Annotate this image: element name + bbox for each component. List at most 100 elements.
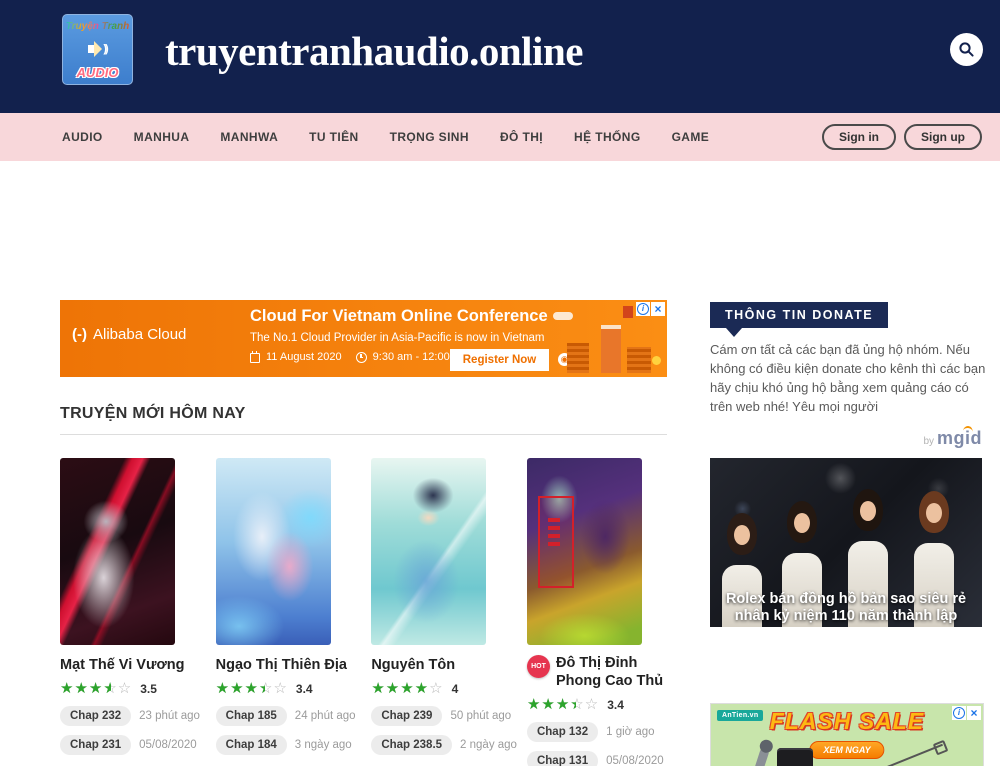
chapter-row: Chap 184 3 ngày ago: [216, 735, 361, 755]
mgid-attribution[interactable]: bymgid: [710, 428, 982, 449]
search-button[interactable]: [950, 33, 983, 66]
site-header: Truyện Tranh )) AUDIO truyentranhaudio.o…: [0, 0, 1000, 113]
nav-item-he-thong[interactable]: HỆ THỐNG: [574, 130, 641, 144]
main-nav: AUDIO MANHUA MANHWA TU TIÊN TRỌNG SINH Đ…: [0, 113, 1000, 161]
chapter-time: 50 phút ago: [450, 710, 511, 722]
star-icons: ☆☆☆☆☆★★★★★: [371, 681, 443, 697]
nav-item-trong-sinh[interactable]: TRỌNG SINH: [390, 130, 469, 144]
rating-value: 4: [452, 682, 459, 696]
native-ad-rolex[interactable]: Rolex bán đồng hồ bản sao siêu rẻ nhân k…: [710, 458, 982, 627]
nav-item-manhua[interactable]: MANHUA: [134, 130, 190, 144]
banner-ad-alibaba[interactable]: (-) Alibaba Cloud Cloud For Vietnam Onli…: [60, 300, 667, 377]
banner-ad-subtitle: The No.1 Cloud Provider in Asia-Pacific …: [250, 332, 544, 344]
native-ad-caption: Rolex bán đồng hồ bản sao siêu rẻ nhân k…: [710, 591, 982, 625]
rating: ☆☆☆☆☆★★★★★ 3.4: [216, 681, 361, 697]
microphone-product-image: [753, 747, 770, 766]
chapter-time: 05/08/2020: [139, 739, 197, 751]
nav-item-tu-tien[interactable]: TU TIÊN: [309, 130, 358, 144]
chapter-time: 2 ngày ago: [460, 739, 517, 751]
auth-buttons: Sign in Sign up: [822, 124, 982, 150]
sign-up-button[interactable]: Sign up: [904, 124, 982, 150]
mgid-by-label: by: [923, 436, 934, 447]
chapter-badge[interactable]: Chap 238.5: [371, 735, 452, 755]
site-title[interactable]: truyentranhaudio.online: [165, 27, 583, 75]
banner-ad-brand: (-) Alibaba Cloud: [72, 326, 186, 343]
banner-ad-title: Cloud For Vietnam Online Conference: [250, 307, 548, 326]
comic-card: Nguyên Tôn ☆☆☆☆☆★★★★★ 4 Chap 239 50 phút…: [371, 458, 516, 766]
cover-image[interactable]: [371, 458, 486, 645]
comic-card: HOT Đô Thị Đỉnh Phong Cao Thủ ☆☆☆☆☆★★★★★…: [527, 458, 672, 766]
ad-close-icon[interactable]: ×: [967, 706, 981, 720]
chapter-row: Chap 132 1 giờ ago: [527, 722, 672, 742]
clock-icon: [356, 352, 367, 363]
powerbank-product-image: [777, 748, 813, 766]
cover-image[interactable]: [527, 458, 642, 645]
flash-sale-ad[interactable]: AnTien.vn FLASH SALE XEM NGAY i ×: [710, 703, 984, 766]
logo-text-top: Truyện Tranh: [66, 21, 130, 32]
chapter-row: Chap 232 23 phút ago: [60, 706, 205, 726]
nav-item-do-thi[interactable]: ĐÔ THỊ: [500, 130, 543, 144]
star-icons: ☆☆☆☆☆★★★★★: [527, 697, 599, 713]
rating-value: 3.4: [296, 682, 313, 696]
speaker-icon: )): [88, 41, 106, 57]
chapter-badge[interactable]: Chap 132: [527, 722, 598, 742]
section-title-new-today: TRUYỆN MỚI HÔM NAY: [60, 405, 246, 423]
chapter-row: Chap 185 24 phút ago: [216, 706, 361, 726]
flash-sale-title: FLASH SALE: [711, 708, 983, 735]
nav-item-audio[interactable]: AUDIO: [62, 130, 103, 144]
comic-title[interactable]: Nguyên Tôn: [371, 656, 513, 674]
comic-card-grid: Mạt Thế Vi Vương ☆☆☆☆☆★★★★★ 3.5 Chap 232…: [60, 458, 672, 766]
chapter-row: Chap 238.5 2 ngày ago: [371, 735, 516, 755]
ad-choices: i ×: [636, 302, 665, 316]
chapter-badge[interactable]: Chap 232: [60, 706, 131, 726]
chapter-row: Chap 131 05/08/2020: [527, 751, 672, 766]
chapter-row: Chap 239 50 phút ago: [371, 706, 516, 726]
comic-title[interactable]: Đô Thị Đỉnh Phong Cao Thủ: [556, 654, 668, 690]
rating: ☆☆☆☆☆★★★★★ 4: [371, 681, 516, 697]
alibaba-cloud-logo-icon: (-): [72, 326, 87, 343]
comic-title[interactable]: Mạt Thế Vi Vương: [60, 656, 202, 674]
nav-item-manhwa[interactable]: MANHWA: [220, 130, 278, 144]
xem-ngay-button[interactable]: XEM NGAY: [809, 741, 884, 759]
ad-choices: i ×: [952, 706, 981, 720]
sign-in-button[interactable]: Sign in: [822, 124, 896, 150]
calendar-icon: [250, 353, 260, 363]
chapter-badge[interactable]: Chap 185: [216, 706, 287, 726]
chapter-time: 24 phút ago: [295, 710, 356, 722]
chapter-row: Chap 231 05/08/2020: [60, 735, 205, 755]
donate-message: Cám ơn tất cả các bạn đã ủng hộ nhóm. Nế…: [710, 340, 992, 416]
rating: ☆☆☆☆☆★★★★★ 3.5: [60, 681, 205, 697]
ad-close-icon[interactable]: ×: [651, 302, 665, 316]
star-icons: ☆☆☆☆☆★★★★★: [216, 681, 288, 697]
cover-image[interactable]: [60, 458, 175, 645]
page: Truyện Tranh )) AUDIO truyentranhaudio.o…: [0, 0, 1000, 766]
chapter-time: 3 ngày ago: [295, 739, 352, 751]
comic-card: Ngạo Thị Thiên Địa ☆☆☆☆☆★★★★★ 3.4 Chap 1…: [216, 458, 361, 766]
ad-info-icon[interactable]: i: [636, 302, 650, 316]
selfie-stick-product-image: [881, 744, 943, 766]
chapter-time: 23 phút ago: [139, 710, 200, 722]
chapter-badge[interactable]: Chap 239: [371, 706, 442, 726]
rating-value: 3.5: [140, 682, 157, 696]
hot-badge: HOT: [527, 655, 550, 678]
title-row: HOT Đô Thị Đỉnh Phong Cao Thủ: [527, 654, 672, 690]
cover-image[interactable]: [216, 458, 331, 645]
register-now-button[interactable]: Register Now: [450, 349, 549, 371]
chapter-time: 05/08/2020: [606, 755, 664, 766]
comic-card: Mạt Thế Vi Vương ☆☆☆☆☆★★★★★ 3.5 Chap 232…: [60, 458, 205, 766]
comic-title[interactable]: Ngạo Thị Thiên Địa: [216, 656, 358, 674]
chapter-badge[interactable]: Chap 131: [527, 751, 598, 766]
banner-ad-date: 11 August 2020: [266, 351, 342, 363]
ad-info-icon[interactable]: i: [952, 706, 966, 720]
search-icon: [958, 41, 975, 58]
chapter-badge[interactable]: Chap 231: [60, 735, 131, 755]
donate-header: THÔNG TIN DONATE: [710, 302, 888, 328]
site-logo[interactable]: Truyện Tranh )) AUDIO: [62, 14, 133, 85]
chapter-badge[interactable]: Chap 184: [216, 735, 287, 755]
section-divider: [60, 434, 667, 435]
chapter-time: 1 giờ ago: [606, 726, 654, 738]
nav-item-game[interactable]: GAME: [672, 130, 710, 144]
rating: ☆☆☆☆☆★★★★★ 3.4: [527, 697, 672, 713]
logo-text-audio: AUDIO: [77, 65, 119, 80]
star-icons: ☆☆☆☆☆★★★★★: [60, 681, 132, 697]
